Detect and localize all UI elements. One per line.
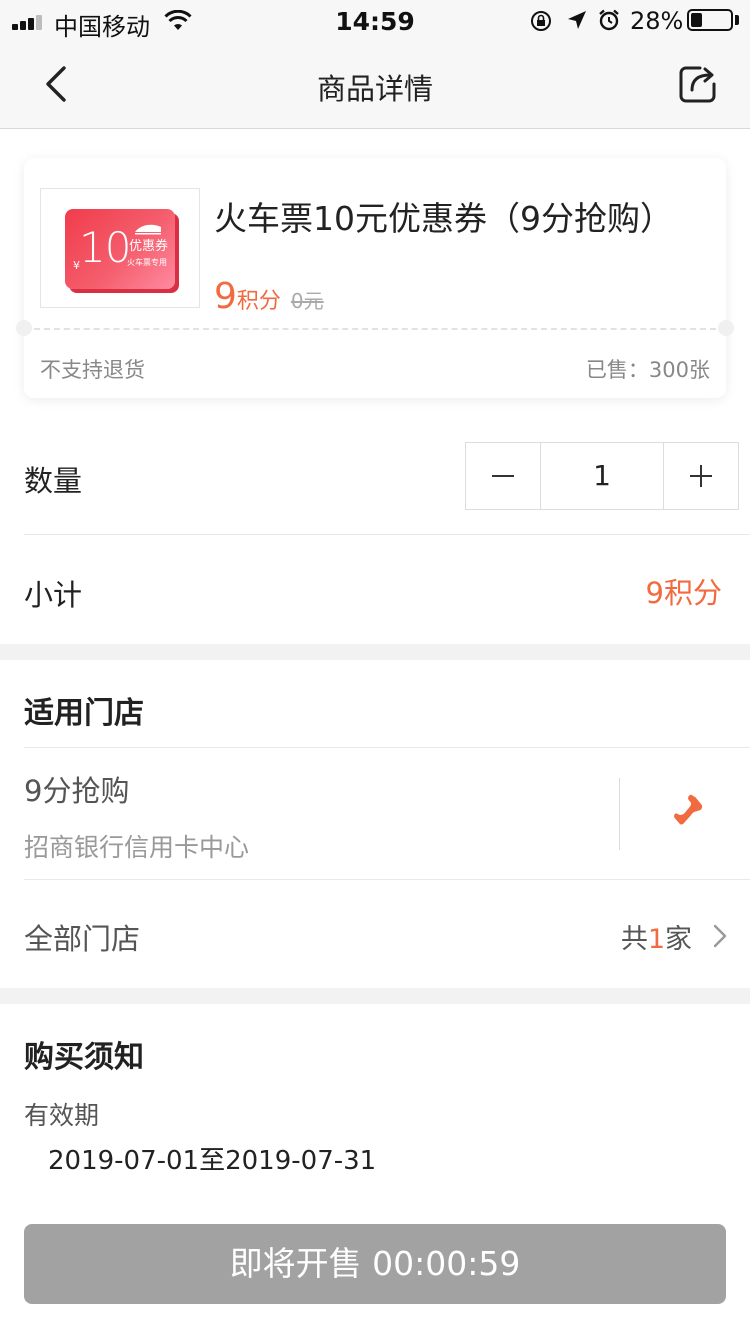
price-unit: 积分 xyxy=(236,289,281,314)
subtotal-value: 9积分 xyxy=(645,576,722,610)
store-count[interactable]: 共1家 xyxy=(621,917,692,956)
decrease-button[interactable] xyxy=(466,443,541,509)
store-count-suffix: 家 xyxy=(665,924,692,955)
battery-percent: 28% xyxy=(630,7,684,35)
navigation-bar: 商品详情 xyxy=(0,40,750,129)
coupon-graphic: ¥ 10 优惠券 火车票专用 xyxy=(65,209,175,289)
stores-section-title: 适用门店 xyxy=(24,696,144,731)
card-notch-right xyxy=(718,320,734,336)
card-divider xyxy=(34,328,716,330)
divider xyxy=(24,879,750,880)
product-card: ¥ 10 优惠券 火车票专用 火车票10元优惠券（9分抢购） 9积分 0元 不支持… xyxy=(16,158,734,398)
original-price: 0元 xyxy=(290,289,324,313)
phone-icon[interactable] xyxy=(666,792,706,832)
battery-tip xyxy=(735,15,739,25)
section-gap xyxy=(0,988,750,1004)
quantity-stepper: 1 xyxy=(465,442,739,510)
store-count-number: 1 xyxy=(647,924,665,955)
section-gap xyxy=(0,644,750,660)
buy-button[interactable]: 即将开售 00:00:59 xyxy=(24,1224,726,1304)
divider xyxy=(24,747,750,748)
coupon-sublabel: 火车票专用 xyxy=(127,258,167,267)
coupon-amount: 10 xyxy=(79,223,131,272)
card-notch-left xyxy=(16,320,32,336)
return-policy: 不支持退货 xyxy=(40,358,145,382)
notes-section-title: 购买须知 xyxy=(24,1040,144,1075)
validity-label: 有效期 xyxy=(24,1101,100,1130)
train-icon xyxy=(135,224,161,235)
alarm-icon xyxy=(599,9,619,31)
price-value: 9 xyxy=(214,276,237,317)
product-image: ¥ 10 优惠券 火车票专用 xyxy=(40,188,200,308)
sold-count: 已售：300张 xyxy=(585,358,710,382)
share-icon[interactable] xyxy=(676,62,720,106)
all-stores-link[interactable]: 全部门店 xyxy=(24,916,140,958)
quantity-value[interactable]: 1 xyxy=(541,459,663,492)
store-address: 招商银行信用卡中心 xyxy=(24,833,250,862)
screen: 中国移动 14:59 28% 商品详情 ¥ 10 优惠券 火车票专用 火车票10… xyxy=(0,0,750,1334)
orientation-lock-icon xyxy=(531,11,551,31)
product-title: 火车票10元优惠券（9分抢购） xyxy=(214,199,673,238)
chevron-right-icon[interactable] xyxy=(711,922,729,950)
product-price: 9积分 0元 xyxy=(214,276,324,317)
location-icon xyxy=(568,11,586,29)
quantity-label: 数量 xyxy=(24,464,83,498)
divider xyxy=(24,534,750,535)
vertical-divider xyxy=(619,778,620,850)
increase-button[interactable] xyxy=(663,443,738,509)
status-bar: 中国移动 14:59 28% xyxy=(0,0,750,41)
store-count-prefix: 共 xyxy=(620,924,648,955)
battery-icon xyxy=(687,9,733,31)
store-name[interactable]: 9分抢购 xyxy=(24,768,129,810)
validity-value: 2019-07-01至2019-07-31 xyxy=(48,1146,377,1176)
coupon-label: 优惠券 xyxy=(129,239,169,254)
subtotal-label: 小计 xyxy=(24,578,83,612)
page-title: 商品详情 xyxy=(316,72,433,106)
